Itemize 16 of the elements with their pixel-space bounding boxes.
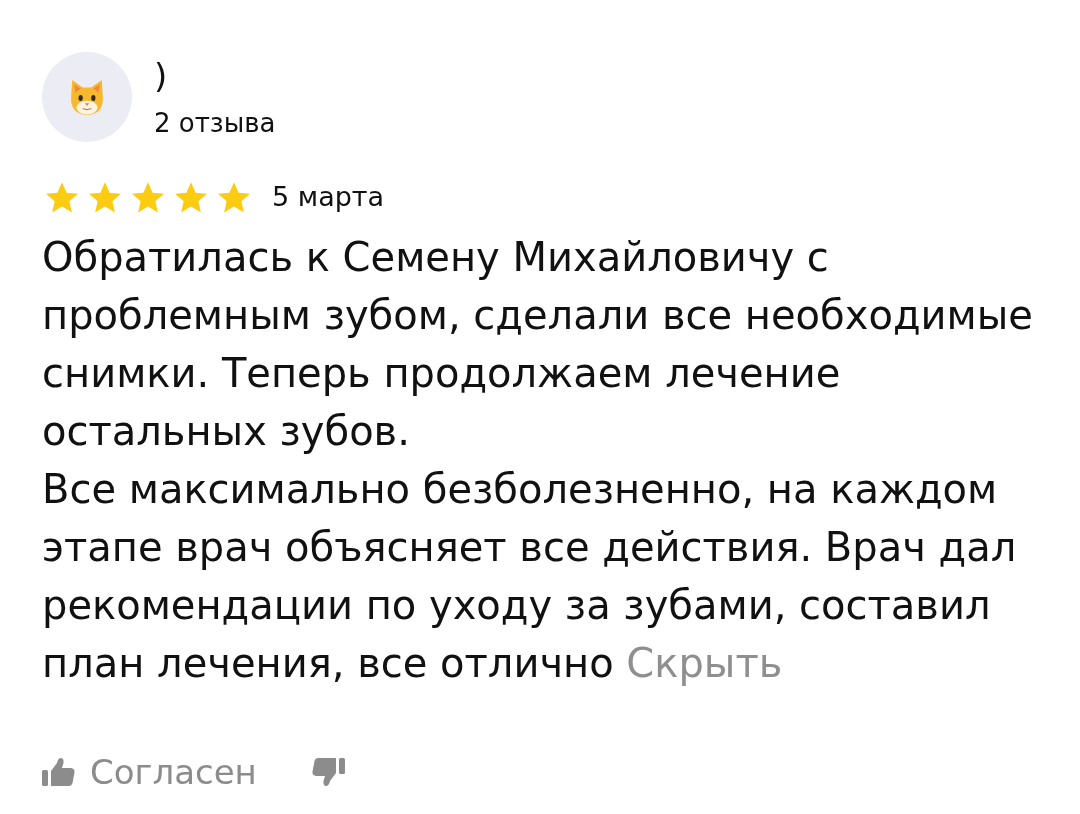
review-text: Все максимально безболезненно, на каждом этапе врач объясняет все действия. Врач дал рекомендации по уходу за зубами, составил план лечения, все отлично Скрыть [42, 465, 1018, 688]
thumbs-up-icon [42, 757, 76, 787]
review-date: 5 марта [272, 180, 385, 214]
star-icon [46, 181, 78, 213]
reviews-count: 2 отзыва [154, 107, 276, 140]
star-icon [132, 181, 164, 213]
star-icon [89, 181, 121, 213]
star-icon [175, 181, 207, 213]
review-text: Обратилась к Семену Михайловичу с проблемным зубом, сделали все необходимые снимки. Теперь продолжаем лечение остальных зубов. [42, 233, 1034, 456]
collapse-link[interactable]: Скрыть [626, 640, 783, 686]
author-name: ) [154, 55, 168, 98]
thumbs-down-icon [310, 757, 345, 787]
star-icon [218, 181, 250, 213]
cat-icon [70, 78, 104, 116]
agree-button[interactable]: Согласен [42, 752, 257, 792]
dislike-button[interactable] [310, 757, 345, 787]
